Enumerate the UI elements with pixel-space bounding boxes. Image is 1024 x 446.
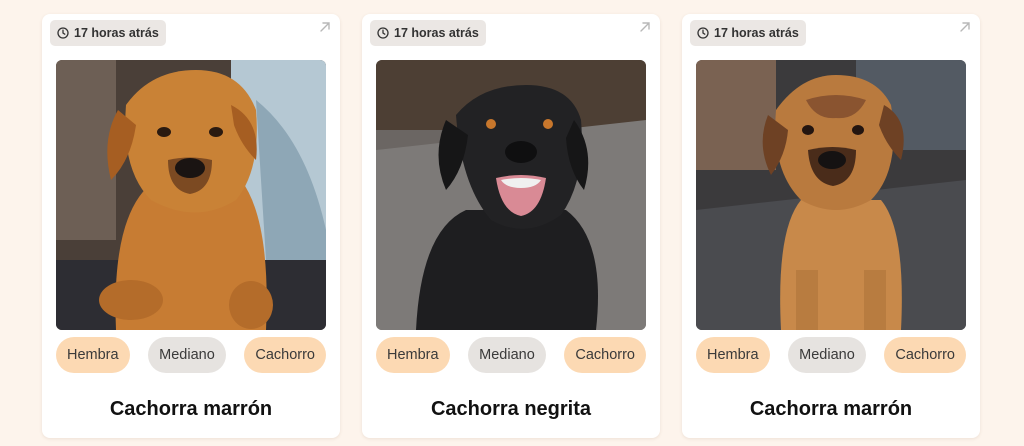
time-badge: 17 horas atrás xyxy=(370,20,486,46)
tag-age[interactable]: Cachorro xyxy=(884,337,966,373)
time-text: 17 horas atrás xyxy=(394,26,479,40)
pet-card[interactable]: 17 horas atrás Hembra Mediano Cachorro C… xyxy=(682,14,980,438)
tag-list: Hembra Mediano Cachorro xyxy=(56,337,326,373)
tag-list: Hembra Mediano Cachorro xyxy=(696,337,966,373)
tag-list: Hembra Mediano Cachorro xyxy=(376,337,646,373)
tag-size[interactable]: Mediano xyxy=(468,337,546,373)
tag-age[interactable]: Cachorro xyxy=(244,337,326,373)
pet-card[interactable]: 17 horas atrás Hembra Mediano Cachorro C… xyxy=(362,14,660,438)
tag-sex[interactable]: Hembra xyxy=(696,337,770,373)
clock-icon xyxy=(377,27,389,39)
dog-photo[interactable] xyxy=(56,60,326,330)
time-badge: 17 horas atrás xyxy=(690,20,806,46)
dog-name: Cachorra marrón xyxy=(749,398,913,420)
pet-card[interactable]: 17 horas atrás Hembra Mediano Cachorro C… xyxy=(42,14,340,438)
tag-size[interactable]: Mediano xyxy=(788,337,866,373)
dog-photo[interactable] xyxy=(376,60,646,330)
external-link-icon[interactable] xyxy=(638,20,652,34)
time-badge: 17 horas atrás xyxy=(50,20,166,46)
clock-icon xyxy=(57,27,69,39)
time-text: 17 horas atrás xyxy=(74,26,159,40)
tag-age[interactable]: Cachorro xyxy=(564,337,646,373)
dog-photo[interactable] xyxy=(696,60,966,330)
dog-name: Cachorra negrita xyxy=(430,398,592,420)
tag-size[interactable]: Mediano xyxy=(148,337,226,373)
time-text: 17 horas atrás xyxy=(714,26,799,40)
external-link-icon[interactable] xyxy=(958,20,972,34)
tag-sex[interactable]: Hembra xyxy=(376,337,450,373)
tag-sex[interactable]: Hembra xyxy=(56,337,130,373)
external-link-icon[interactable] xyxy=(318,20,332,34)
dog-name: Cachorra marrón xyxy=(109,398,273,420)
clock-icon xyxy=(697,27,709,39)
